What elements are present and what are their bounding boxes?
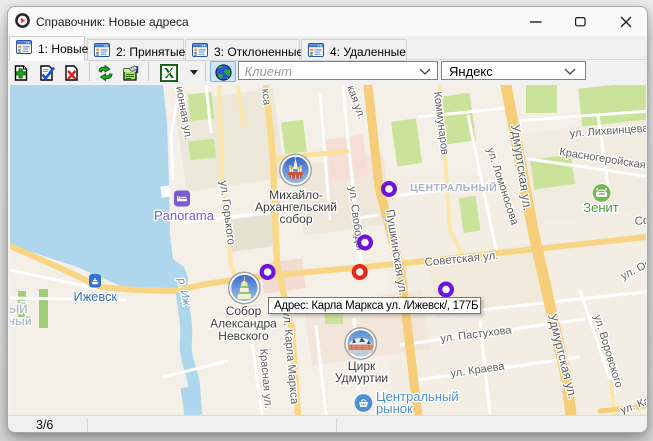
svg-text:ЦЕНТРАЛЬНЫЙ: ЦЕНТРАЛЬНЫЙ — [410, 181, 497, 194]
svg-text:Panorama: Panorama — [154, 208, 215, 223]
svg-text:рынок: рынок — [376, 401, 413, 415]
svg-text:собор: собор — [279, 212, 312, 226]
svg-text:ЫЙ: ЫЙ — [10, 303, 28, 316]
svg-text:кса: кса — [259, 88, 273, 107]
svg-text:Удмуртии: Удмуртии — [335, 371, 388, 385]
svg-text:Сов: Сов — [634, 214, 646, 228]
svg-text:Невского: Невского — [218, 329, 269, 343]
svg-text:Ижевск: Ижевск — [74, 289, 118, 304]
svg-text:ный: ный — [10, 316, 32, 328]
